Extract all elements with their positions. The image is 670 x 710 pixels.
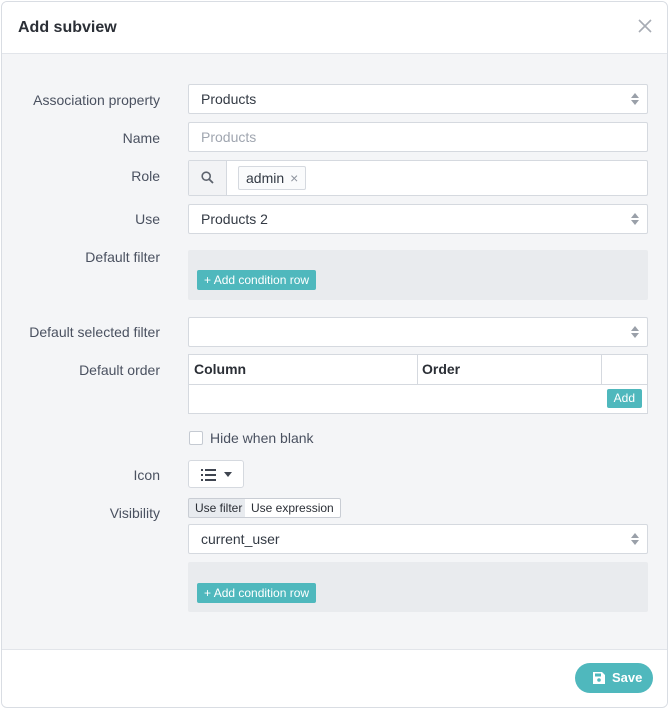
use-value: Products 2 <box>201 211 268 227</box>
use-label: Use <box>135 211 160 227</box>
icon-label: Icon <box>133 467 160 483</box>
role-tag-label: admin <box>246 170 285 186</box>
add-visibility-condition-button[interactable]: + Add condition row <box>197 583 317 603</box>
default-selected-filter-label: Default selected filter <box>29 324 160 340</box>
modal-title: Add subview <box>18 19 117 36</box>
select-arrows-icon <box>631 213 639 225</box>
hide-when-blank-checkbox[interactable] <box>189 431 203 445</box>
hide-when-blank-label: Hide when blank <box>210 430 314 446</box>
plus-icon: + <box>204 273 212 287</box>
select-arrows-icon <box>631 326 639 338</box>
default-filter-label: Default filter <box>85 249 160 265</box>
role-search-area <box>189 161 227 195</box>
plus-icon: + <box>204 586 212 600</box>
close-icon[interactable] <box>637 18 653 34</box>
name-label: Name <box>122 130 160 146</box>
search-icon <box>201 171 214 184</box>
visibility-label: Visibility <box>109 505 160 521</box>
add-order-button[interactable]: Add <box>606 389 642 408</box>
icon-picker-button[interactable] <box>188 460 244 488</box>
role-tag-admin: admin × <box>238 166 307 190</box>
select-arrows-icon <box>631 533 639 545</box>
list-icon <box>201 469 216 481</box>
use-select[interactable]: Products 2 <box>188 204 648 234</box>
default-filter-box: + Add condition row <box>188 250 648 300</box>
save-label: Save <box>612 670 643 685</box>
default-order-label: Default order <box>79 362 160 378</box>
default-order-table: Column Order Add <box>188 354 648 414</box>
column-divider <box>601 355 602 384</box>
visibility-value: current_user <box>201 531 280 547</box>
table-header-divider <box>189 384 647 385</box>
caret-down-icon <box>224 472 232 477</box>
modal-header: Add subview <box>2 2 667 54</box>
association-property-value: Products <box>201 91 257 107</box>
modal-footer: Save <box>2 649 667 707</box>
visibility-filter-box: + Add condition row <box>188 562 648 612</box>
use-expression-toggle[interactable]: Use expression <box>245 498 341 518</box>
add-subview-modal: Add subview Association property Product… <box>1 1 668 708</box>
select-arrows-icon <box>631 93 639 105</box>
use-filter-toggle[interactable]: Use filter <box>188 498 250 518</box>
save-button[interactable]: Save <box>575 663 653 693</box>
role-tag-input[interactable]: admin × <box>188 160 648 196</box>
add-condition-label: Add condition row <box>213 586 310 600</box>
association-property-select[interactable]: Products <box>188 84 648 114</box>
name-placeholder: Products <box>201 129 257 145</box>
visibility-select[interactable]: current_user <box>188 524 648 554</box>
name-input[interactable]: Products <box>188 122 648 152</box>
column-header-order: Order <box>422 361 461 377</box>
add-condition-label: Add condition row <box>213 273 310 287</box>
column-header-column: Column <box>194 361 247 377</box>
save-icon <box>593 672 605 684</box>
default-selected-filter-select[interactable] <box>188 317 648 347</box>
add-condition-row-button[interactable]: + Add condition row <box>197 270 317 290</box>
remove-tag-icon[interactable]: × <box>290 170 298 186</box>
role-label: Role <box>131 168 160 184</box>
association-property-label: Association property <box>33 92 160 108</box>
